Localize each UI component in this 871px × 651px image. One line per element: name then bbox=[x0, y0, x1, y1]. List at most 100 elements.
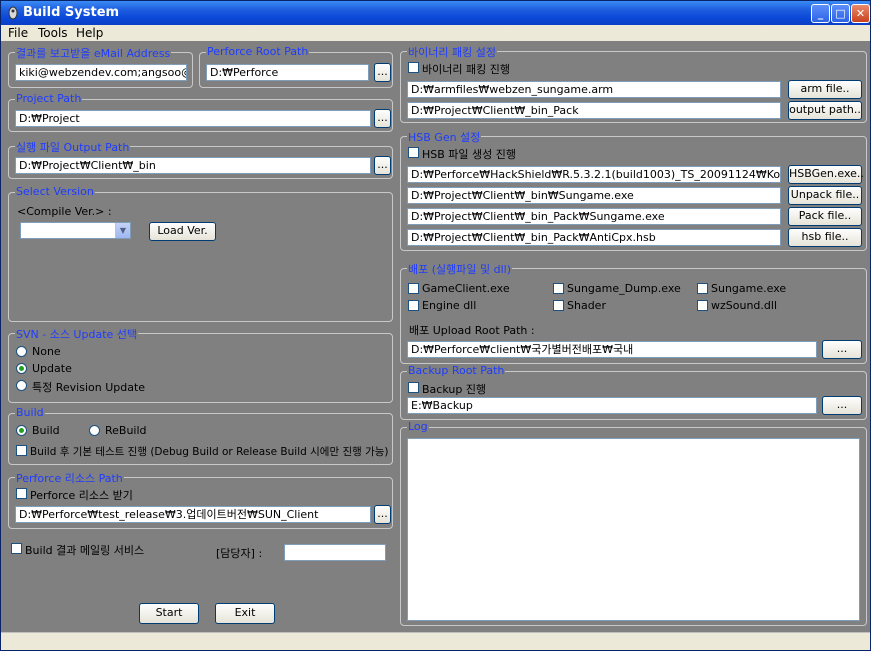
binary-packing-checkbox[interactable] bbox=[408, 62, 419, 73]
perforce-root-input[interactable]: D:₩Perforce bbox=[206, 64, 369, 81]
build-test-label: Build 후 기본 테스트 진행 (Debug Build or Releas… bbox=[30, 446, 389, 458]
svn-group: SVN - 소스 Update 선택 None Update 특정 Revisi… bbox=[8, 326, 393, 403]
deploy-group: 배포 (실행파일 및 dll) GameClient.exe Sungame_D… bbox=[400, 261, 867, 364]
output-path-input[interactable]: D:₩Project₩Client₩_bin bbox=[15, 157, 371, 174]
app-icon bbox=[8, 6, 18, 20]
unpack-file-input[interactable]: D:₩Project₩Client₩_bin₩Sungame.exe bbox=[407, 187, 781, 204]
mailing-service-checkbox[interactable] bbox=[11, 543, 22, 554]
perforce-root-group: Perforce Root Path D:₩Perforce ... bbox=[199, 45, 393, 88]
binary-packing-label: 바이너리 패킹 설정 bbox=[407, 44, 497, 60]
exit-button[interactable]: Exit bbox=[215, 603, 275, 624]
build-option-rebuild-radio[interactable] bbox=[89, 425, 100, 436]
upload-root-input[interactable]: D:₩Perforce₩client₩국가별버전배포₩국내 bbox=[407, 341, 817, 358]
pack-file-input[interactable]: D:₩Project₩Client₩_bin_Pack₩Sungame.exe bbox=[407, 208, 781, 225]
backup-checkbox[interactable] bbox=[408, 382, 419, 393]
load-version-button[interactable]: Load Ver. bbox=[149, 222, 216, 241]
output-path-label: 실행 파일 Output Path bbox=[15, 139, 131, 155]
arm-file-input[interactable]: D:₩armfiles₩webzen_sungame.arm bbox=[407, 81, 781, 98]
deploy-engine-dll-checkbox[interactable] bbox=[408, 300, 419, 311]
deploy-shader-checkbox[interactable] bbox=[553, 300, 564, 311]
build-group-label: Build bbox=[15, 406, 45, 419]
status-bar bbox=[1, 632, 870, 650]
deploy-shader-label: Shader bbox=[567, 299, 606, 312]
backup-root-browse-button[interactable]: ... bbox=[822, 396, 862, 415]
output-path-browse-button[interactable]: ... bbox=[374, 156, 391, 175]
project-path-browse-button[interactable]: ... bbox=[374, 109, 391, 128]
email-group: 결과를 보고받을 eMail Address kiki@webzendev.co… bbox=[8, 45, 193, 88]
binary-packing-checkbox-label: 바이너리 패킹 진행 bbox=[422, 63, 510, 76]
log-output[interactable] bbox=[407, 438, 860, 621]
email-group-label: 결과를 보고받을 eMail Address bbox=[15, 45, 172, 61]
perforce-resource-checkbox-label: Perforce 리소스 받기 bbox=[30, 489, 133, 502]
backup-label: Backup Root Path bbox=[407, 364, 506, 377]
perforce-resource-group: Perforce 리소스 Path Perforce 리소스 받기 D:₩Per… bbox=[8, 470, 393, 529]
deploy-sungame-dump-label: Sungame_Dump.exe bbox=[567, 282, 681, 295]
unpack-file-button[interactable]: Unpack file.. bbox=[788, 186, 862, 205]
output-path-group: 실행 파일 Output Path D:₩Project₩Client₩_bin… bbox=[8, 139, 393, 179]
log-label: Log bbox=[407, 420, 429, 433]
upload-root-label: 배포 Upload Root Path : bbox=[409, 324, 535, 337]
svn-option-revision-label: 특정 Revision Update bbox=[32, 381, 146, 394]
compile-version-select[interactable]: ▼ bbox=[20, 222, 131, 239]
maximize-button[interactable]: □ bbox=[831, 4, 850, 23]
backup-group: Backup Root Path Backup 진행 E:₩Backup ... bbox=[400, 364, 867, 420]
project-path-input[interactable]: D:₩Project bbox=[15, 110, 371, 127]
perforce-resource-browse-button[interactable]: ... bbox=[374, 505, 391, 524]
select-version-label: Select Version bbox=[15, 185, 95, 198]
perforce-root-browse-button[interactable]: ... bbox=[374, 63, 391, 82]
hsb-file-button[interactable]: hsb file.. bbox=[788, 228, 862, 247]
svn-option-none-radio[interactable] bbox=[16, 346, 27, 357]
svn-option-update-radio[interactable] bbox=[16, 363, 27, 374]
build-test-checkbox[interactable] bbox=[16, 445, 27, 456]
arm-file-button[interactable]: arm file.. bbox=[788, 80, 862, 99]
pack-file-button[interactable]: Pack file.. bbox=[788, 207, 862, 226]
start-button[interactable]: Start bbox=[139, 603, 199, 624]
perforce-resource-checkbox[interactable] bbox=[16, 488, 27, 499]
manager-input[interactable] bbox=[284, 544, 386, 561]
pack-output-button[interactable]: output path.. bbox=[788, 101, 862, 120]
hsbgen-exe-button[interactable]: HSBGen.exe.. bbox=[788, 165, 864, 184]
build-option-rebuild-label: ReBuild bbox=[105, 424, 147, 437]
deploy-sungame-label: Sungame.exe bbox=[711, 282, 787, 295]
binary-packing-group: 바이너리 패킹 설정 바이너리 패킹 진행 D:₩armfiles₩webzen… bbox=[400, 44, 867, 123]
backup-checkbox-label: Backup 진행 bbox=[422, 383, 487, 396]
svn-option-none-label: None bbox=[32, 345, 61, 358]
build-option-build-radio[interactable] bbox=[16, 425, 27, 436]
svn-option-update-label: Update bbox=[32, 362, 72, 375]
deploy-wzsound-label: wzSound.dll bbox=[711, 299, 777, 312]
mailing-service-label: Build 결과 메일링 서비스 bbox=[25, 544, 145, 557]
select-version-group: Select Version <Compile Ver.> : ▼ Load V… bbox=[8, 185, 393, 322]
deploy-gameclient-checkbox[interactable] bbox=[408, 283, 419, 294]
log-group: Log bbox=[400, 420, 867, 626]
build-option-build-label: Build bbox=[32, 424, 60, 437]
menu-file[interactable]: File bbox=[8, 26, 28, 40]
manager-label: [담당자] : bbox=[216, 547, 263, 560]
project-path-group: Project Path D:₩Project ... bbox=[8, 92, 393, 132]
hsb-gen-group: HSB Gen 설정 HSB 파일 생성 진행 D:₩Perforce₩Hack… bbox=[400, 129, 867, 251]
menu-help[interactable]: Help bbox=[76, 26, 103, 40]
menu-tools[interactable]: Tools bbox=[38, 26, 68, 40]
menu-bar: File Tools Help bbox=[1, 25, 870, 41]
deploy-label: 배포 (실행파일 및 dll) bbox=[407, 261, 513, 277]
deploy-sungame-checkbox[interactable] bbox=[697, 283, 708, 294]
chevron-down-icon[interactable]: ▼ bbox=[115, 223, 130, 238]
deploy-sungame-dump-checkbox[interactable] bbox=[553, 283, 564, 294]
build-system-window: Build System _ □ ✕ File Tools Help 결과를 보… bbox=[0, 0, 871, 651]
perforce-root-label: Perforce Root Path bbox=[206, 45, 310, 58]
perforce-resource-label: Perforce 리소스 Path bbox=[15, 470, 124, 486]
close-button[interactable]: ✕ bbox=[851, 4, 870, 23]
deploy-wzsound-checkbox[interactable] bbox=[697, 300, 708, 311]
email-input[interactable]: kiki@webzendev.com;angsoo@web bbox=[15, 64, 187, 81]
title-bar[interactable]: Build System _ □ ✕ bbox=[1, 1, 870, 25]
pack-output-input[interactable]: D:₩Project₩Client₩_bin_Pack bbox=[407, 102, 781, 119]
hsbgen-exe-input[interactable]: D:₩Perforce₩HackShield₩R.5.3.2.1(build10… bbox=[407, 166, 781, 183]
window-title: Build System bbox=[23, 5, 120, 20]
perforce-resource-input[interactable]: D:₩Perforce₩test_release₩3.업데이트버전₩SUN_Cl… bbox=[15, 506, 371, 523]
svn-option-revision-radio[interactable] bbox=[16, 380, 27, 391]
backup-root-input[interactable]: E:₩Backup bbox=[407, 397, 817, 414]
upload-root-browse-button[interactable]: ... bbox=[822, 340, 862, 359]
build-group: Build Build ReBuild Build 후 기본 테스트 진행 (D… bbox=[8, 406, 393, 465]
minimize-button[interactable]: _ bbox=[811, 4, 830, 23]
hsb-gen-checkbox[interactable] bbox=[408, 147, 419, 158]
hsb-file-input[interactable]: D:₩Project₩Client₩_bin_Pack₩AntiCpx.hsb bbox=[407, 229, 781, 246]
